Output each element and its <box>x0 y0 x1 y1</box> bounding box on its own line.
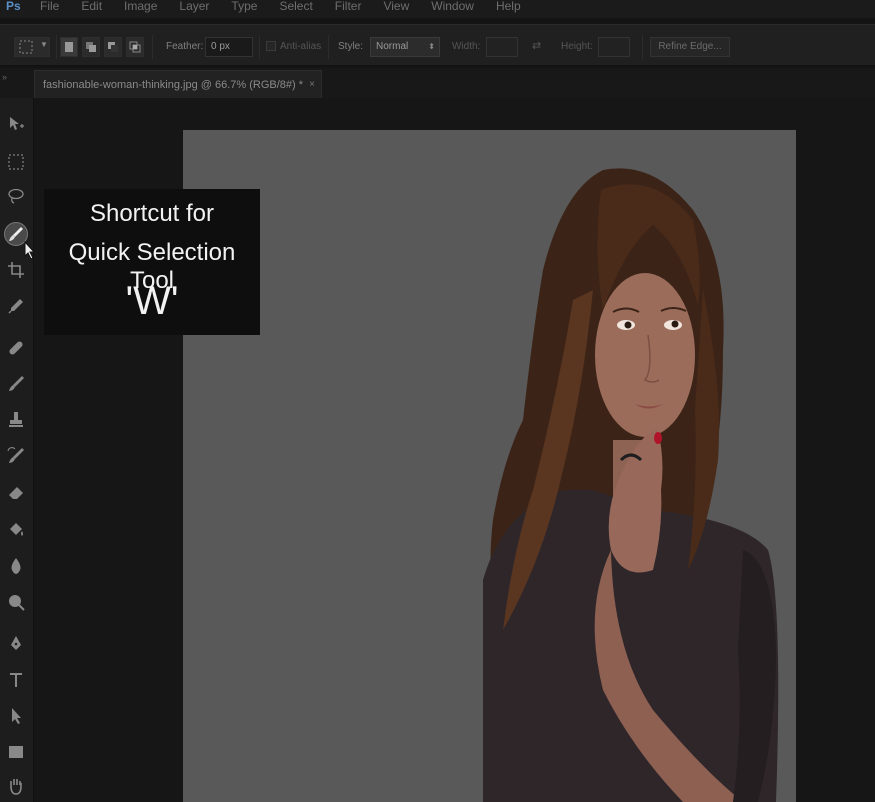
add-to-selection-button[interactable] <box>82 37 100 57</box>
move-icon <box>10 117 24 130</box>
updown-arrow-icon: ⬍ <box>428 42 435 51</box>
options-bar: ▼ Feather: 0 px Anti-alias Style: Normal… <box>0 24 875 66</box>
intersect-selection-icon <box>129 41 141 53</box>
hand-tool[interactable] <box>4 774 28 798</box>
dodge-tool[interactable] <box>4 590 28 614</box>
dodge-icon <box>9 595 25 611</box>
menu-help[interactable]: Help <box>496 0 521 18</box>
pen-icon <box>11 636 21 650</box>
marquee-preset-icon <box>19 40 33 54</box>
swap-dimensions-icon[interactable]: ⇄ <box>532 39 541 52</box>
menu-filter[interactable]: Filter <box>335 0 362 18</box>
eraser-tool[interactable] <box>4 480 28 504</box>
shortcut-overlay: Shortcut for Quick Selection Tool 'W' <box>44 189 260 335</box>
eyedropper-tool[interactable] <box>4 294 28 318</box>
path-selection-tool[interactable] <box>4 704 28 728</box>
crop-icon <box>8 262 24 278</box>
rectangular-marquee-icon <box>8 154 24 170</box>
intersect-selection-button[interactable] <box>126 37 144 57</box>
height-input[interactable] <box>598 37 630 57</box>
eraser-icon <box>9 487 23 499</box>
mouse-cursor-icon <box>24 241 36 260</box>
width-label: Width: <box>452 41 481 52</box>
collapse-panels-icon[interactable]: » <box>2 72 7 82</box>
anti-alias-checkbox[interactable] <box>266 41 276 51</box>
tool-preset-picker[interactable]: ▼ <box>14 37 50 57</box>
move-tool[interactable] <box>4 112 28 136</box>
rectangle-tool[interactable] <box>4 740 28 764</box>
blur-tool[interactable] <box>4 554 28 578</box>
photoshop-logo: Ps <box>6 0 21 13</box>
pen-tool[interactable] <box>4 632 28 656</box>
subtract-from-selection-button[interactable] <box>104 37 122 57</box>
drop-icon <box>11 558 21 574</box>
divider <box>259 35 260 59</box>
menu-type[interactable]: Type <box>231 0 257 18</box>
rectangle-icon <box>9 746 23 758</box>
overlay-line-1: Shortcut for <box>89 200 215 227</box>
type-tool[interactable] <box>4 668 28 692</box>
document-tab[interactable]: fashionable-woman-thinking.jpg @ 66.7% (… <box>34 70 322 98</box>
stamp-icon <box>9 412 23 427</box>
divider <box>152 35 153 59</box>
divider <box>56 35 57 59</box>
document-tab-title: fashionable-woman-thinking.jpg @ 66.7% (… <box>43 79 304 91</box>
feather-input[interactable]: 0 px <box>205 37 253 57</box>
menu-bar: Ps File Edit Image Layer Type Select Fil… <box>0 0 875 18</box>
history-brush-tool[interactable] <box>4 444 28 468</box>
style-select[interactable]: Normal ⬍ <box>370 37 440 57</box>
paint-bucket-tool[interactable] <box>4 518 28 542</box>
height-label: Height: <box>561 41 593 52</box>
new-selection-icon <box>65 42 73 52</box>
menu-edit[interactable]: Edit <box>81 0 102 18</box>
brush-icon <box>9 376 24 391</box>
refine-edge-button[interactable]: Refine Edge... <box>650 37 730 57</box>
new-selection-button[interactable] <box>60 37 78 57</box>
history-brush-icon <box>7 447 24 463</box>
menu-view[interactable]: View <box>383 0 409 18</box>
marquee-tool[interactable] <box>4 150 28 174</box>
quick-selection-brush-icon <box>9 227 23 241</box>
style-label: Style: <box>338 41 364 52</box>
arrow-icon <box>12 708 21 724</box>
width-input[interactable] <box>486 37 518 57</box>
image-canvas[interactable] <box>183 130 796 802</box>
anti-alias-label: Anti-alias <box>280 41 322 52</box>
style-value: Normal <box>376 41 409 52</box>
feather-label: Feather: <box>166 41 204 52</box>
document-tab-strip: » fashionable-woman-thinking.jpg @ 66.7%… <box>0 68 875 98</box>
menu-layer[interactable]: Layer <box>179 0 209 18</box>
hand-icon <box>10 779 22 795</box>
woman-photo <box>483 168 779 802</box>
healing-brush-tool[interactable] <box>4 336 28 360</box>
menu-window[interactable]: Window <box>431 0 474 18</box>
brush-tool[interactable] <box>4 372 28 396</box>
subtract-selection-icon <box>108 42 118 52</box>
crop-tool[interactable] <box>4 258 28 282</box>
overlay-shortcut-key: 'W' <box>125 279 179 323</box>
clone-stamp-tool[interactable] <box>4 408 28 432</box>
close-icon[interactable]: × <box>309 71 315 99</box>
divider <box>328 35 329 59</box>
bandage-icon <box>9 341 23 355</box>
type-icon <box>10 673 22 687</box>
lasso-tool[interactable] <box>4 184 28 208</box>
bucket-icon <box>10 523 23 536</box>
eyedropper-icon <box>8 299 23 314</box>
menu-select[interactable]: Select <box>279 0 312 18</box>
lasso-icon <box>8 188 24 204</box>
chevron-down-icon: ▼ <box>40 40 48 49</box>
divider <box>642 35 643 59</box>
add-selection-icon <box>86 42 96 52</box>
menu-file[interactable]: File <box>40 0 59 18</box>
menu-image[interactable]: Image <box>124 0 157 18</box>
toolbox <box>0 98 34 802</box>
